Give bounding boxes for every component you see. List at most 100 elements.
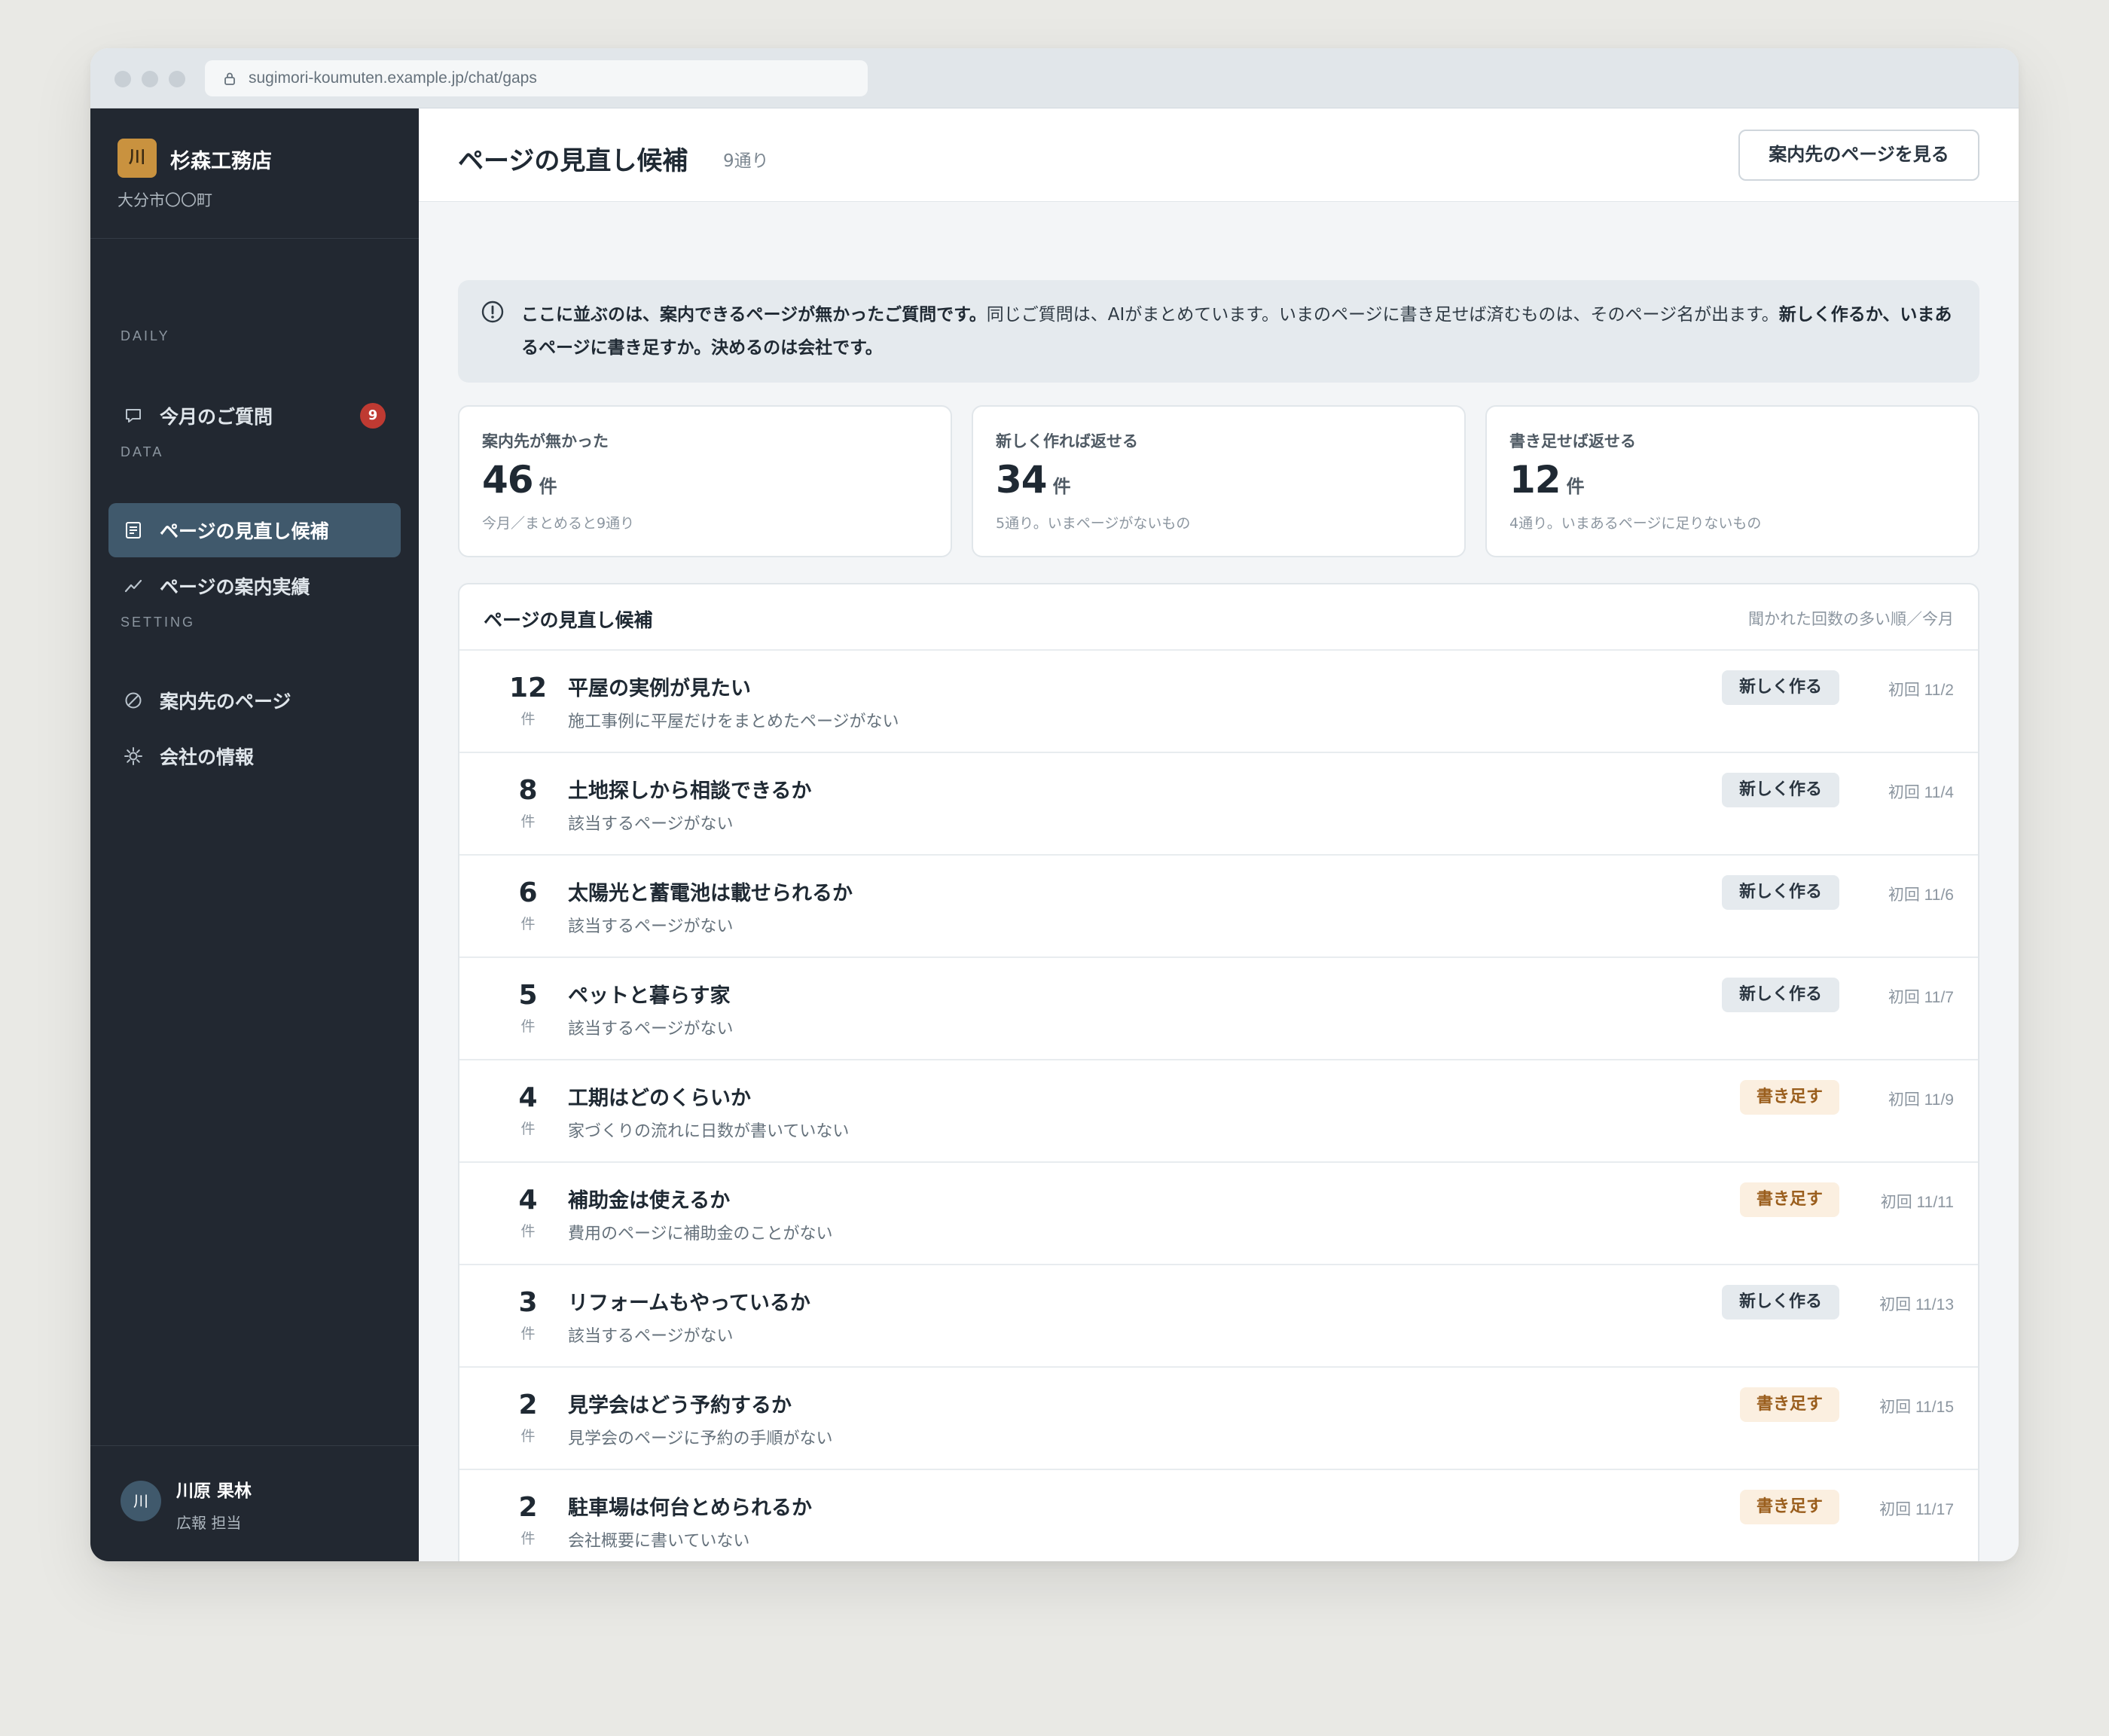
sidebar-item-company-info[interactable]: 会社の情報 [108,729,401,783]
chat-bubble-icon [126,409,141,423]
stat-unit: 件 [1566,476,1585,497]
count-unit: 件 [520,813,536,830]
stat-label: 書き足せば返せる [1509,432,1636,450]
brand-name: 杉森工務店 [170,150,272,173]
page-header: ページの見直し候補 9通り 案内先のページを見る [419,108,2019,202]
add-content-tag[interactable]: 書き足す [1740,1387,1839,1422]
count-unit: 件 [520,1018,536,1035]
document-icon [126,522,141,538]
question-count: 2 [518,1492,538,1523]
stat-value-group: 46 件 [482,458,557,502]
first-asked-date: 初回 11/7 [1888,989,1954,1006]
user-role: 広報 担当 [176,1514,242,1532]
sidebar-item-label: 今月のご質問 [160,406,273,428]
question-title: 土地探しから相談できるか [568,780,812,803]
url-text: sugimori-koumuten.example.jp/chat/gaps [249,69,537,87]
count-unit: 件 [520,1121,536,1137]
list-title: ページの見直し候補 [484,609,653,631]
sort-label[interactable]: 聞かれた回数の多い順／今月 [1748,607,1954,630]
section-label-setting: SETTING [121,615,196,630]
question-note: 家づくりの流れに日数が書いていない [568,1122,850,1141]
first-asked-date: 初回 11/15 [1879,1399,1954,1416]
question-note: 費用のページに補助金のことがない [568,1225,833,1243]
create-new-tag[interactable]: 新しく作る [1722,978,1839,1012]
create-new-tag[interactable]: 新しく作る [1722,875,1839,910]
browser-titlebar: sugimori-koumuten.example.jp/chat/gaps [90,48,2019,108]
question-title: 太陽光と蓄電池は載せられるか [568,882,853,905]
alert-circle-icon [481,301,504,323]
list-item[interactable]: 3 件 リフォームもやっているか該当するページがない 新しく作る 初回 11/13 [459,1265,1978,1368]
question-title: 工期はどのくらいか [568,1087,751,1110]
stat-value: 12 [1509,458,1561,502]
sidebar-divider [90,1445,419,1446]
sidebar-item-questions[interactable]: 今月のご質問 9 [108,389,401,443]
list-item[interactable]: 4 件 補助金は使えるか 費用のページに補助金のことがない 書き足す 初回 11/11 [459,1163,1978,1265]
page-title: ページの見直し候補 [458,146,688,176]
count-unit: 件 [520,711,536,728]
question-note: 会社概要に書いていない [568,1532,750,1551]
question-title: 見学会はどう予約するか [568,1394,792,1417]
add-content-tag[interactable]: 書き足す [1740,1490,1839,1524]
create-new-tag[interactable]: 新しく作る [1722,773,1839,807]
brand-location: 大分市〇〇町 [118,191,212,209]
sidebar-item-label: ページの案内実績 [160,576,310,598]
sidebar: 川 杉森工務店 大分市〇〇町 DAILY 今月のご質問 9 DATA ページの見… [90,108,419,1561]
sidebar-item-page-review[interactable]: ページの見直し候補 [108,503,401,557]
gear-icon [124,747,142,765]
list-item[interactable]: 5 件 ペットと暮らす家 該当するページがない 新しく作る 初回 11/7 [459,958,1978,1060]
question-count: 3 [518,1287,538,1318]
info-notice: ここに並ぶのは、案内できるページが無かったご質問です。同じご質問は、AIがまとめ… [458,280,1979,383]
question-note: 該当するページがない [568,1020,734,1039]
question-note: 見学会のページに予約の手順がない [568,1429,833,1448]
list-item[interactable]: 12 件 平屋の実例が見たい 施工事例に平屋だけをまとめたページがない 新しく作る 初回 … [459,651,1978,753]
stat-label: 新しく作れば返せる [996,432,1138,450]
add-content-tag[interactable]: 書き足す [1740,1182,1839,1217]
sidebar-item-destination-pages[interactable]: 案内先のページ [108,673,401,728]
avatar[interactable]: 川 [121,1481,161,1521]
stat-label: 案内先が無かった [482,432,609,450]
list-item[interactable]: 2 件 駐車場は何台とめられるか 会社概要に書いていない 書き足す 初回 11/17 [459,1470,1978,1561]
list-item[interactable]: 6 件 太陽光と蓄電池は載せられるか 該当するページがない 新しく作る 初回 11/6 [459,856,1978,958]
question-count: 2 [518,1390,538,1420]
question-note: 該当するページがない [568,815,734,834]
window-close-dot[interactable] [114,71,131,87]
question-count: 12 [508,673,548,703]
stat-unit: 件 [539,476,557,497]
address-bar[interactable]: sugimori-koumuten.example.jp/chat/gaps [205,60,868,96]
stat-value: 34 [996,458,1048,502]
list-header: ページの見直し候補 聞かれた回数の多い順／今月 [459,584,1978,651]
first-asked-date: 初回 11/13 [1879,1296,1954,1313]
window-minimize-dot[interactable] [142,71,158,87]
view-destination-pages-button[interactable]: 案内先のページを見る [1738,130,1979,181]
list-item[interactable]: 2 件 見学会はどう予約するか見学会のページに予約の手順がない 書き足す 初回 11/1… [459,1368,1978,1470]
section-label-daily: DAILY [121,328,170,343]
question-title: 補助金は使えるか [568,1189,731,1213]
stat-value: 46 [482,458,534,502]
page-count: 9通り [723,151,769,171]
sidebar-item-label: ページの見直し候補 [160,520,329,542]
circle-slash-icon [125,692,142,709]
count-unit: 件 [520,1326,536,1342]
list-item[interactable]: 4 件 工期はどのくらいか 家づくりの流れに日数が書いていない 書き足す 初回 11/9 [459,1060,1978,1163]
trend-line-icon [124,579,142,593]
user-name: 川原 果林 [176,1481,252,1501]
question-note: 該当するページがない [568,1327,734,1346]
create-new-tag[interactable]: 新しく作る [1722,670,1839,705]
create-new-tag[interactable]: 新しく作る [1722,1285,1839,1320]
add-content-tag[interactable]: 書き足す [1740,1080,1839,1115]
count-unit: 件 [520,1428,536,1445]
question-note: 施工事例に平屋だけをまとめたページがない [568,712,899,731]
question-count: 5 [518,980,538,1011]
notice-text: ここに並ぶのは、案内できるページが無かったご質問です。同じご質問は、AIがまとめ… [521,298,1952,365]
sidebar-item-page-results[interactable]: ページの案内実績 [108,559,401,613]
window-maximize-dot[interactable] [169,71,185,87]
stat-unit: 件 [1052,476,1071,497]
list-item[interactable]: 8 件 土地探しから相談できるか 該当するページがない 新しく作る 初回 11/4 [459,753,1978,856]
first-asked-date: 初回 11/9 [1888,1091,1954,1109]
question-title: リフォームもやっているか [568,1292,810,1315]
first-asked-date: 初回 11/17 [1879,1501,1954,1518]
first-asked-date: 初回 11/4 [1888,784,1954,801]
count-unit: 件 [520,1530,536,1547]
browser-window: sugimori-koumuten.example.jp/chat/gaps 川… [90,48,2019,1561]
stat-value-group: 12 件 [1509,458,1585,502]
